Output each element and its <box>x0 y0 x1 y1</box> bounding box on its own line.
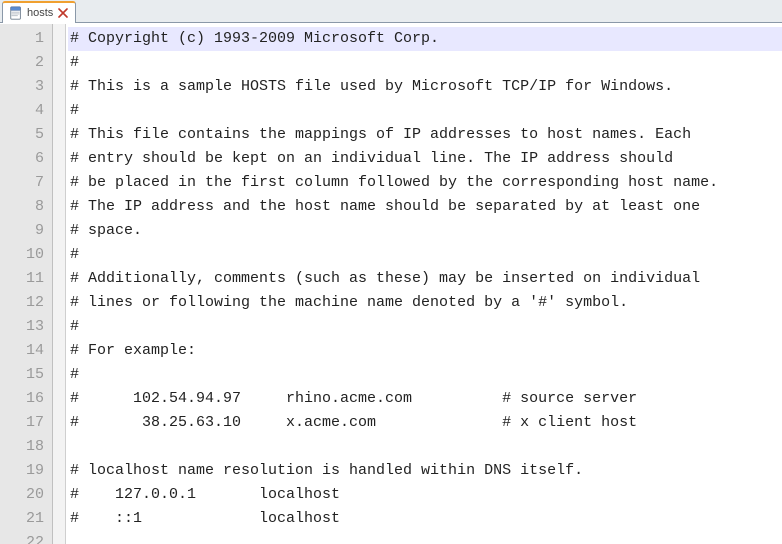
line-number: 7 <box>0 171 44 195</box>
code-line[interactable]: # <box>68 243 782 267</box>
line-number: 22 <box>0 531 44 544</box>
code-line[interactable]: # The IP address and the host name shoul… <box>68 195 782 219</box>
margin-line <box>53 24 65 48</box>
margin-line <box>53 312 65 336</box>
line-number: 20 <box>0 483 44 507</box>
margin-line <box>53 264 65 288</box>
code-line[interactable]: # 102.54.94.97 rhino.acme.com # source s… <box>68 387 782 411</box>
code-line[interactable]: # <box>68 99 782 123</box>
code-line[interactable]: # <box>68 315 782 339</box>
tab-label: hosts <box>27 7 53 19</box>
code-line[interactable]: # This file contains the mappings of IP … <box>68 123 782 147</box>
margin-line <box>53 432 65 456</box>
code-line[interactable]: # This is a sample HOSTS file used by Mi… <box>68 75 782 99</box>
code-line[interactable]: # entry should be kept on an individual … <box>68 147 782 171</box>
line-number: 6 <box>0 147 44 171</box>
code-line[interactable]: # 38.25.63.10 x.acme.com # x client host <box>68 411 782 435</box>
line-number-gutter: 12345678910111213141516171819202122 <box>0 24 53 544</box>
margin-line <box>53 480 65 504</box>
text-editor[interactable]: 12345678910111213141516171819202122 # Co… <box>0 23 782 544</box>
margin-line <box>53 240 65 264</box>
margin-line <box>53 360 65 384</box>
margin-line <box>53 456 65 480</box>
code-line[interactable]: # localhost name resolution is handled w… <box>68 459 782 483</box>
margin-line <box>53 528 65 544</box>
line-number: 3 <box>0 75 44 99</box>
code-line[interactable] <box>68 435 782 459</box>
line-number: 19 <box>0 459 44 483</box>
fold-margin <box>53 24 66 544</box>
margin-line <box>53 120 65 144</box>
margin-line <box>53 216 65 240</box>
code-line[interactable]: # be placed in the first column followed… <box>68 171 782 195</box>
line-number: 18 <box>0 435 44 459</box>
line-number: 13 <box>0 315 44 339</box>
code-line[interactable]: # space. <box>68 219 782 243</box>
line-number: 2 <box>0 51 44 75</box>
margin-line <box>53 144 65 168</box>
line-number: 4 <box>0 99 44 123</box>
code-line[interactable]: # Copyright (c) 1993-2009 Microsoft Corp… <box>68 27 782 51</box>
code-area[interactable]: # Copyright (c) 1993-2009 Microsoft Corp… <box>66 24 782 544</box>
editor-window: hosts 1234567891011121314151617181920212… <box>0 0 782 544</box>
margin-line <box>53 72 65 96</box>
margin-line <box>53 504 65 528</box>
line-number: 9 <box>0 219 44 243</box>
code-line[interactable]: # lines or following the machine name de… <box>68 291 782 315</box>
close-icon[interactable] <box>57 7 69 19</box>
line-number: 17 <box>0 411 44 435</box>
line-number: 1 <box>0 27 44 51</box>
code-line[interactable]: # Additionally, comments (such as these)… <box>68 267 782 291</box>
file-tab-hosts[interactable]: hosts <box>2 1 76 23</box>
margin-line <box>53 192 65 216</box>
line-number: 5 <box>0 123 44 147</box>
code-line[interactable]: # 127.0.0.1 localhost <box>68 483 782 507</box>
margin-line <box>53 96 65 120</box>
code-line[interactable]: # ::1 localhost <box>68 507 782 531</box>
line-number: 21 <box>0 507 44 531</box>
code-line[interactable]: # <box>68 51 782 75</box>
margin-line <box>53 288 65 312</box>
code-line[interactable] <box>68 531 782 544</box>
code-line[interactable]: # For example: <box>68 339 782 363</box>
margin-line <box>53 48 65 72</box>
margin-line <box>53 408 65 432</box>
code-line[interactable]: # <box>68 363 782 387</box>
line-number: 11 <box>0 267 44 291</box>
margin-line <box>53 168 65 192</box>
file-icon <box>9 6 23 20</box>
line-number: 14 <box>0 339 44 363</box>
margin-line <box>53 384 65 408</box>
line-number: 12 <box>0 291 44 315</box>
line-number: 16 <box>0 387 44 411</box>
line-number: 10 <box>0 243 44 267</box>
margin-line <box>53 336 65 360</box>
tab-bar: hosts <box>0 0 782 23</box>
line-number: 8 <box>0 195 44 219</box>
line-number: 15 <box>0 363 44 387</box>
